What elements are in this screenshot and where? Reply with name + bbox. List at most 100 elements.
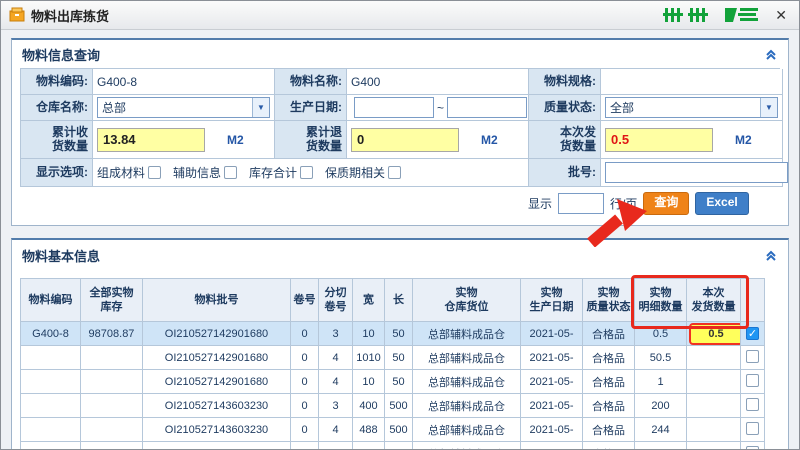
cell-code bbox=[21, 346, 81, 370]
cell-location: 总部辅料成品仓 bbox=[413, 322, 521, 346]
option-compose-material[interactable]: 组成材料 bbox=[97, 164, 161, 181]
col-header[interactable]: 实物 质量状态 bbox=[583, 279, 635, 322]
title-bar[interactable]: 物料出库拣货 ✕ bbox=[1, 1, 799, 30]
material-name-field[interactable]: G400 bbox=[347, 69, 529, 95]
row-checkbox[interactable] bbox=[746, 398, 759, 411]
cell-batch: OI210527142901680 bbox=[143, 322, 291, 346]
col-header[interactable]: 实物 明细数量 bbox=[635, 279, 687, 322]
query-footer: 显示 行/页 查询 Excel bbox=[20, 187, 780, 219]
cell-split: 3 bbox=[319, 322, 353, 346]
cell-select[interactable] bbox=[741, 346, 765, 370]
app-icon bbox=[9, 7, 25, 23]
cell-qty bbox=[635, 442, 687, 450]
chevron-down-icon[interactable]: ▼ bbox=[252, 98, 269, 117]
col-header[interactable]: 长 bbox=[385, 279, 413, 322]
cell-roll: 0 bbox=[291, 346, 319, 370]
col-header[interactable]: 宽 bbox=[353, 279, 385, 322]
cell-qty: 50.5 bbox=[635, 346, 687, 370]
table-row[interactable]: OI21052714290168004101050总部辅料成品仓2021-05-… bbox=[21, 346, 765, 370]
collapse-icon[interactable] bbox=[764, 248, 778, 262]
checkbox[interactable] bbox=[148, 166, 161, 179]
cell-roll: 0 bbox=[291, 394, 319, 418]
cell-date: 2021-05- bbox=[521, 394, 583, 418]
warehouse-cell: 总部 ▼ bbox=[93, 95, 275, 121]
col-header[interactable]: 实物 生产日期 bbox=[521, 279, 583, 322]
cell-select[interactable]: ✓ bbox=[741, 322, 765, 346]
option-shelf-life[interactable]: 保质期相关 bbox=[325, 164, 401, 181]
ship-qty-total-input[interactable] bbox=[605, 128, 713, 152]
col-header[interactable]: 物料编码 bbox=[21, 279, 81, 322]
ship-qty-cell: M2 bbox=[601, 121, 783, 159]
col-header[interactable]: 本次 发货数量 bbox=[687, 279, 741, 322]
row-checkbox[interactable] bbox=[746, 446, 759, 450]
checkbox[interactable] bbox=[224, 166, 237, 179]
option-stock-total[interactable]: 库存合计 bbox=[249, 164, 313, 181]
quality-select[interactable]: 全部 ▼ bbox=[605, 97, 778, 118]
window-title: 物料出库拣货 bbox=[31, 6, 109, 25]
table-row[interactable]: OI210527142901680041050总部辅料成品仓2021-05-合格… bbox=[21, 370, 765, 394]
excel-button[interactable]: Excel bbox=[695, 192, 748, 215]
col-header[interactable]: 全部实物 库存 bbox=[81, 279, 143, 322]
cell-stock bbox=[81, 442, 143, 450]
batch-no-input[interactable] bbox=[605, 162, 788, 183]
cell-qty: 244 bbox=[635, 418, 687, 442]
cell-stock bbox=[81, 418, 143, 442]
cell-select[interactable] bbox=[741, 442, 765, 450]
material-table-body: G400-898708.87OI210527142901680031050总部辅… bbox=[21, 322, 765, 450]
material-code-field[interactable]: G400-8 bbox=[93, 69, 275, 95]
rows-per-page-input[interactable] bbox=[558, 193, 604, 214]
table-row[interactable]: OI21052714360323003总部辅料成品仓2021-05合格品 bbox=[21, 442, 765, 450]
table-panel-title: 物料基本信息 bbox=[22, 246, 100, 265]
cell-length: 50 bbox=[385, 322, 413, 346]
collapse-icon[interactable] bbox=[764, 47, 778, 61]
cell-split: 4 bbox=[319, 370, 353, 394]
material-table: 物料编码全部实物 库存物料批号卷号分切 卷号宽长实物 仓库货位实物 生产日期实物… bbox=[20, 278, 765, 450]
cell-select[interactable] bbox=[741, 394, 765, 418]
warehouse-label: 仓库名称: bbox=[21, 95, 93, 121]
checkbox[interactable] bbox=[388, 166, 401, 179]
cell-location: 总部辅料成品仓 bbox=[413, 370, 521, 394]
cell-date: 2021-05- bbox=[521, 370, 583, 394]
row-checkbox-checked[interactable]: ✓ bbox=[746, 327, 759, 340]
date-from-input[interactable] bbox=[354, 97, 434, 118]
query-button[interactable]: 查询 bbox=[643, 192, 689, 215]
cell-code: G400-8 bbox=[21, 322, 81, 346]
returned-qty-input[interactable] bbox=[351, 128, 459, 152]
cell-length: 500 bbox=[385, 394, 413, 418]
row-checkbox[interactable] bbox=[746, 374, 759, 387]
cell-select[interactable] bbox=[741, 370, 765, 394]
col-header[interactable]: 分切 卷号 bbox=[319, 279, 353, 322]
table-row[interactable]: OI21052714360323004488500总部辅料成品仓2021-05-… bbox=[21, 418, 765, 442]
quality-cell: 全部 ▼ bbox=[601, 95, 783, 121]
cell-location: 总部辅料成品仓 bbox=[413, 442, 521, 450]
ship-unit: M2 bbox=[735, 133, 752, 147]
received-qty-cell: M2 bbox=[93, 121, 275, 159]
date-to-input[interactable] bbox=[447, 97, 527, 118]
checkbox[interactable] bbox=[300, 166, 313, 179]
table-row[interactable]: G400-898708.87OI210527142901680031050总部辅… bbox=[21, 322, 765, 346]
cell-code bbox=[21, 418, 81, 442]
ship-qty-row-input[interactable] bbox=[689, 323, 741, 345]
cell-width: 488 bbox=[353, 418, 385, 442]
col-header[interactable]: 卷号 bbox=[291, 279, 319, 322]
option-aux-info[interactable]: 辅助信息 bbox=[173, 164, 237, 181]
cell-select[interactable] bbox=[741, 418, 765, 442]
table-row[interactable]: OI21052714360323003400500总部辅料成品仓2021-05-… bbox=[21, 394, 765, 418]
row-checkbox[interactable] bbox=[746, 422, 759, 435]
close-icon[interactable]: ✕ bbox=[771, 7, 791, 24]
warehouse-select[interactable]: 总部 ▼ bbox=[97, 97, 270, 118]
production-date-label: 生产日期: bbox=[275, 95, 347, 121]
chevron-down-icon[interactable]: ▼ bbox=[760, 98, 777, 117]
ship-qty-label: 本次发 货数量 bbox=[529, 121, 601, 159]
cell-width: 400 bbox=[353, 394, 385, 418]
material-name-label: 物料名称: bbox=[275, 69, 347, 95]
material-spec-field[interactable] bbox=[601, 69, 783, 95]
dialog-content: 物料信息查询 物料编码: G400-8 物料名称: G400 物料规格: 仓库名… bbox=[1, 30, 799, 450]
cell-status: 合格品 bbox=[583, 442, 635, 450]
row-checkbox[interactable] bbox=[746, 350, 759, 363]
received-qty-input[interactable] bbox=[97, 128, 205, 152]
col-header[interactable]: 实物 仓库货位 bbox=[413, 279, 521, 322]
cell-ship bbox=[687, 322, 741, 346]
col-header[interactable]: 物料批号 bbox=[143, 279, 291, 322]
cell-stock bbox=[81, 346, 143, 370]
